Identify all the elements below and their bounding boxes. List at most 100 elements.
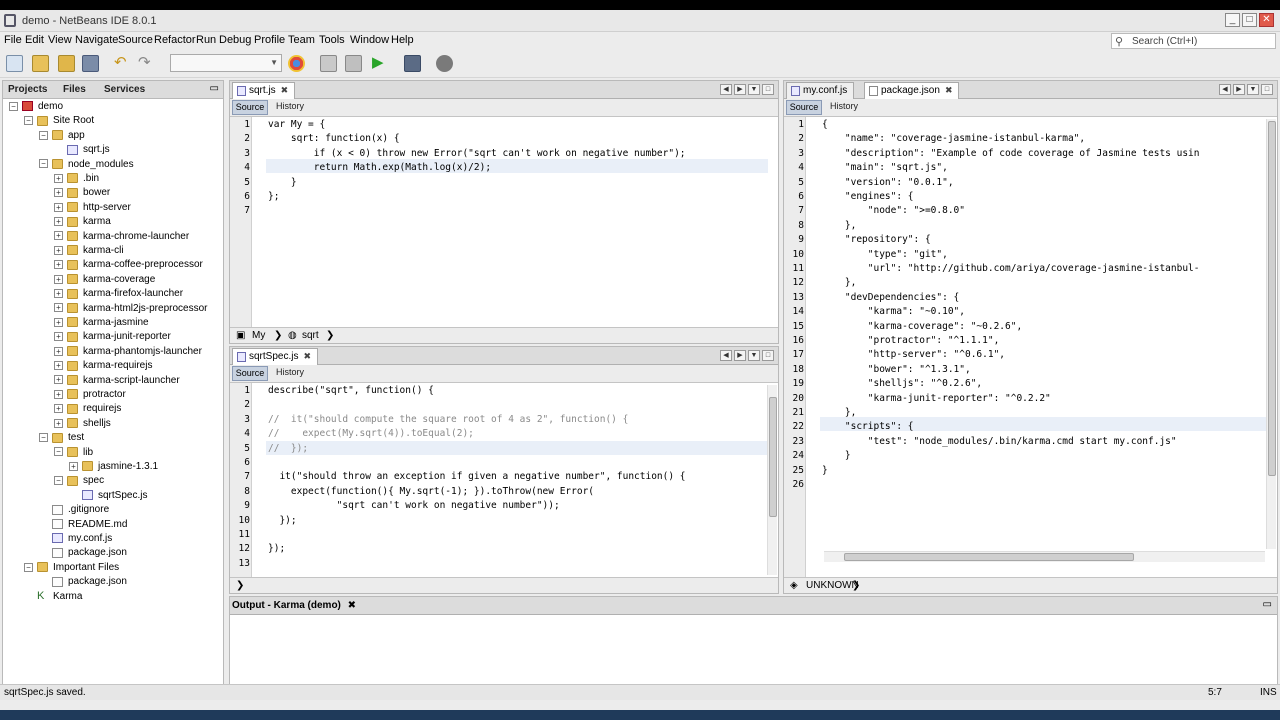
code-line[interactable]: "version": "0.0.1", xyxy=(822,177,954,188)
tree-item[interactable]: + karma xyxy=(54,216,111,230)
code-line[interactable]: "bower": "^1.3.1", xyxy=(822,364,971,375)
minimize-panel-icon[interactable]: ▭ xyxy=(1263,599,1272,610)
tree-item[interactable]: − Important Files xyxy=(24,562,119,576)
code-line[interactable]: } xyxy=(822,450,851,461)
open-project-icon[interactable] xyxy=(58,55,75,72)
tree-item[interactable]: package.json xyxy=(39,576,127,590)
tree-item[interactable]: package.json xyxy=(39,547,127,561)
code-line[interactable]: "main": "sqrt.js", xyxy=(822,162,948,173)
maximize-editor-icon[interactable]: □ xyxy=(762,350,774,361)
tree-item[interactable]: + karma-jasmine xyxy=(54,317,149,331)
tree-item[interactable]: + karma-html2js-preprocessor xyxy=(54,303,207,317)
maximize-editor-icon[interactable]: □ xyxy=(1261,84,1273,95)
expand-icon[interactable]: + xyxy=(54,188,63,198)
redo-icon[interactable]: ↷ xyxy=(138,55,155,72)
tab-list-icon[interactable]: ▼ xyxy=(1247,84,1259,95)
build-icon[interactable] xyxy=(320,55,337,72)
menu-profile[interactable]: Profile xyxy=(254,34,285,46)
expand-icon[interactable]: + xyxy=(69,461,78,471)
expand-icon[interactable]: + xyxy=(54,217,63,227)
expand-icon[interactable]: + xyxy=(54,303,63,313)
code-line[interactable]: return Math.exp(Math.log(x)/2); xyxy=(268,162,491,173)
code-line[interactable]: it("should throw an exception if given a… xyxy=(268,471,685,482)
expand-icon[interactable]: + xyxy=(54,289,63,299)
expand-icon[interactable]: + xyxy=(54,332,63,342)
tree-item[interactable]: − test xyxy=(39,432,84,446)
code-line[interactable]: }, xyxy=(822,407,856,418)
tab-projects[interactable]: Projects xyxy=(8,84,47,95)
code-line[interactable]: }); xyxy=(268,543,285,554)
collapse-icon[interactable]: − xyxy=(39,159,48,169)
tree-item[interactable]: + http-server xyxy=(54,202,131,216)
expand-icon[interactable]: + xyxy=(54,389,63,399)
maximize-editor-icon[interactable]: □ xyxy=(762,84,774,95)
tree-item[interactable]: − demo xyxy=(9,101,63,115)
code-line[interactable]: "karma-junit-reporter": "^0.2.2" xyxy=(822,393,1051,404)
breadcrumb-sqrt[interactable]: sqrt xyxy=(302,330,319,341)
collapse-icon[interactable]: − xyxy=(54,476,63,486)
code-line[interactable]: }, xyxy=(822,277,856,288)
collapse-icon[interactable]: − xyxy=(24,116,33,126)
expand-icon[interactable]: + xyxy=(54,375,63,385)
tab-left-icon[interactable]: ◀ xyxy=(720,350,732,361)
expand-icon[interactable]: + xyxy=(54,202,63,212)
code-line[interactable]: describe("sqrt", function() { xyxy=(268,385,434,396)
code-line[interactable]: var My = { xyxy=(268,119,325,130)
tree-item[interactable]: sqrt.js xyxy=(54,144,110,158)
tree-item[interactable]: + shelljs xyxy=(54,418,111,432)
collapse-icon[interactable]: − xyxy=(24,562,33,572)
menu-tools[interactable]: Tools xyxy=(319,34,345,46)
collapse-icon[interactable]: − xyxy=(39,433,48,443)
chrome-browser-icon[interactable] xyxy=(288,55,305,72)
expand-icon[interactable]: + xyxy=(54,418,63,428)
vertical-scrollbar[interactable] xyxy=(1266,119,1276,549)
tree-item[interactable]: + karma-chrome-launcher xyxy=(54,231,189,245)
tree-item[interactable]: + karma-coverage xyxy=(54,274,155,288)
expand-icon[interactable]: + xyxy=(54,361,63,371)
code-line[interactable]: "engines": { xyxy=(822,191,914,202)
new-project-icon[interactable] xyxy=(32,55,49,72)
close-button[interactable]: ✕ xyxy=(1259,13,1274,27)
code-line[interactable]: "scripts": { xyxy=(822,421,914,432)
code-line[interactable]: "karma": "~0.10", xyxy=(822,306,965,317)
tree-item[interactable]: .gitignore xyxy=(39,504,109,518)
minimize-panel-icon[interactable]: ▭ xyxy=(210,83,219,94)
tree-item[interactable]: − spec xyxy=(54,475,104,489)
menu-window[interactable]: Window xyxy=(350,34,389,46)
tree-item[interactable]: + protractor xyxy=(54,389,126,403)
source-button[interactable]: Source xyxy=(786,100,822,115)
code-line[interactable]: }); xyxy=(268,515,296,526)
tree-item[interactable]: + karma-coffee-preprocessor xyxy=(54,259,203,273)
tree-item[interactable]: sqrtSpec.js xyxy=(69,490,147,504)
expand-icon[interactable]: + xyxy=(54,346,63,356)
menu-debug[interactable]: Debug xyxy=(219,34,251,46)
code-line[interactable]: "sqrt can't work on negative number")); xyxy=(268,500,560,511)
clean-build-icon[interactable] xyxy=(345,55,362,72)
history-button[interactable]: History xyxy=(272,100,308,115)
code-line[interactable]: "description": "Example of code coverage… xyxy=(822,148,1200,159)
tree-item[interactable]: + karma-phantomjs-launcher xyxy=(54,346,202,360)
close-tab-icon[interactable]: ✖ xyxy=(945,85,953,95)
tree-item[interactable]: − app xyxy=(39,130,85,144)
tree-item[interactable]: − lib xyxy=(54,447,93,461)
menu-run[interactable]: Run xyxy=(196,34,216,46)
code-line[interactable]: "protractor": "^1.1.1", xyxy=(822,335,1000,346)
tab-my-conf-js[interactable]: my.conf.js xyxy=(786,82,855,99)
tab-list-icon[interactable]: ▼ xyxy=(748,350,760,361)
code-line[interactable]: } xyxy=(822,465,828,476)
tree-item[interactable]: my.conf.js xyxy=(39,533,112,547)
tab-left-icon[interactable]: ◀ xyxy=(720,84,732,95)
tree-item[interactable]: + jasmine-1.3.1 xyxy=(69,461,158,475)
tab-right-icon[interactable]: ▶ xyxy=(734,84,746,95)
code-line[interactable]: if (x < 0) throw new Error("sqrt can't w… xyxy=(268,148,686,159)
tab-left-icon[interactable]: ◀ xyxy=(1219,84,1231,95)
collapse-icon[interactable]: − xyxy=(54,447,63,457)
tree-item[interactable]: README.md xyxy=(39,519,127,533)
tab-right-icon[interactable]: ▶ xyxy=(1233,84,1245,95)
close-tab-icon[interactable]: ✖ xyxy=(281,85,289,95)
code-line[interactable]: // expect(My.sqrt(4)).toEqual(2); xyxy=(268,428,474,439)
tree-item[interactable]: + requirejs xyxy=(54,403,121,417)
source-button[interactable]: Source xyxy=(232,100,268,115)
history-button[interactable]: History xyxy=(272,366,308,381)
code-line[interactable]: "devDependencies": { xyxy=(822,292,959,303)
